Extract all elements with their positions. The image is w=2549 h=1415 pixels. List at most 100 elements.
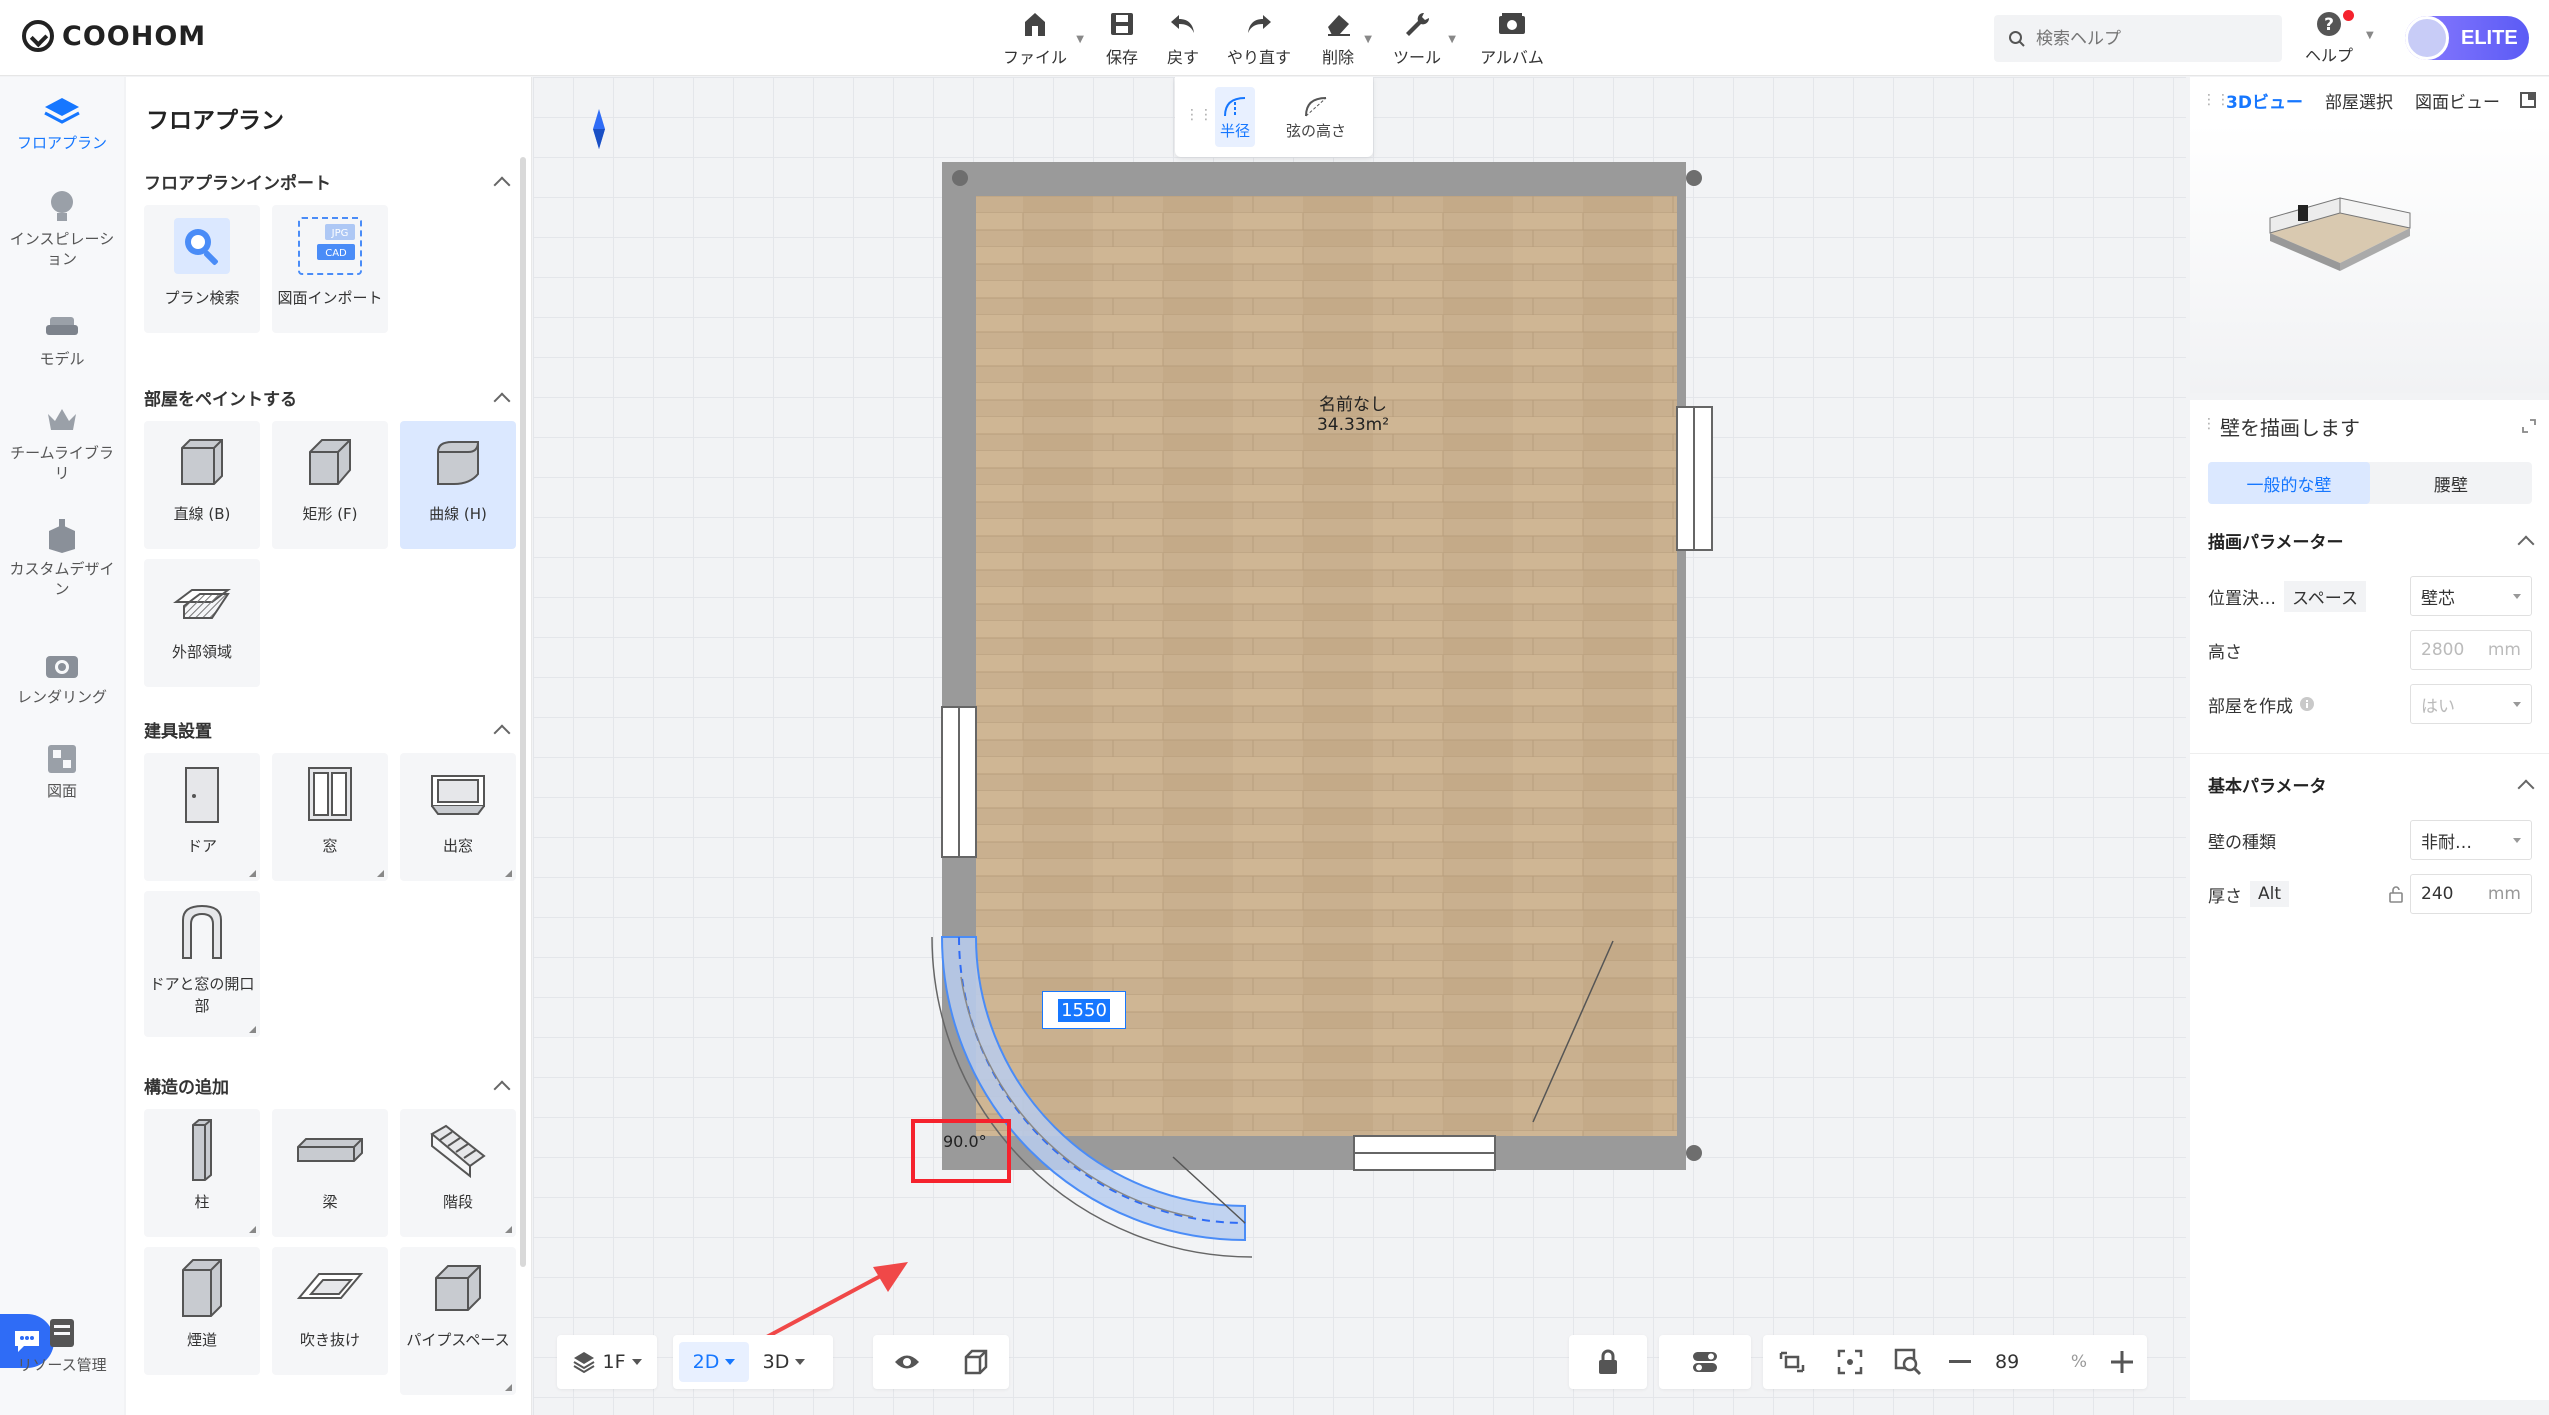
3d-mode-button[interactable]: 3D — [749, 1335, 819, 1389]
dimension-input[interactable]: 1550 — [1042, 991, 1126, 1029]
search-input[interactable] — [2036, 28, 2256, 49]
wall-kind-select[interactable]: 非耐… — [2410, 820, 2532, 860]
floor-label: 1F — [602, 1351, 626, 1373]
delete-button[interactable]: 削除 ▼ — [1318, 8, 1372, 68]
zoom-out-button[interactable] — [1937, 1335, 1983, 1389]
stairs-tile[interactable]: 階段 — [400, 1109, 516, 1237]
room-area: 34.33m² — [1316, 415, 1390, 435]
chevron-down-icon — [631, 1359, 642, 1365]
drawing-import-tile[interactable]: JPG CAD 図面インポート — [272, 205, 388, 333]
plan-search-tile[interactable]: プラン検索 — [144, 205, 260, 333]
toggle-icon — [1693, 1352, 1717, 1372]
panel-scrollbar[interactable] — [520, 157, 526, 1267]
wall-corner-node[interactable] — [952, 170, 968, 186]
tab-3d-view[interactable]: 3Dビュー — [2226, 88, 2303, 113]
help-search[interactable] — [1994, 15, 2282, 62]
general-wall-tab[interactable]: 一般的な壁 — [2208, 462, 2370, 504]
nav-inspiration[interactable]: インスピレーション — [0, 189, 124, 269]
rectangle-room-tile[interactable]: 矩形 (F) — [272, 421, 388, 549]
wall-corner-node[interactable] — [1686, 170, 1702, 186]
undo-button[interactable]: 戻す — [1163, 8, 1203, 68]
section-title: フロアプランインポート — [144, 174, 331, 194]
position-row: 位置決… スペース 壁芯 — [2208, 576, 2532, 616]
drag-handle-icon[interactable]: ⋮⋮ — [2202, 92, 2230, 108]
save-button[interactable]: 保存 — [1102, 8, 1142, 68]
file-menu-button[interactable]: ファイル ▼ — [1000, 8, 1084, 68]
user-avatar-badge[interactable]: ELITE — [2405, 16, 2529, 60]
void-tile[interactable]: 吹き抜け — [272, 1247, 388, 1375]
delete-label: 削除 — [1321, 48, 1354, 67]
nav-team-library[interactable]: チームライブラリ — [0, 403, 124, 483]
create-room-select[interactable]: はい — [2410, 684, 2532, 724]
toggle-settings-button[interactable] — [1659, 1335, 1751, 1389]
window-tile[interactable]: 窓 — [272, 753, 388, 881]
room-label[interactable]: 名前なし 34.33m² — [1253, 395, 1453, 435]
lock-button[interactable] — [1569, 1335, 1647, 1389]
nav-label: モデル — [39, 350, 85, 368]
lock-icon — [1599, 1349, 1617, 1374]
column-tile[interactable]: 柱 — [144, 1109, 260, 1237]
nav-drawing[interactable]: 図面 — [0, 741, 124, 801]
door-tile[interactable]: ドア — [144, 753, 260, 881]
3d-preview[interactable] — [2190, 123, 2549, 393]
low-wall-tab[interactable]: 腰壁 — [2370, 462, 2532, 504]
cabinet-icon — [42, 519, 82, 555]
drawing-params-header[interactable]: 描画パラメーター — [2208, 528, 2535, 553]
nav-model[interactable]: モデル — [0, 309, 124, 369]
tools-menu-button[interactable]: ツール ▼ — [1392, 8, 1456, 68]
section-structure-header[interactable]: 構造の追加 — [144, 1073, 514, 1098]
flue-tile[interactable]: 煙道 — [144, 1247, 260, 1375]
visibility-button[interactable] — [873, 1335, 941, 1389]
floor-dropdown[interactable]: 1F — [557, 1335, 657, 1389]
bay-window-tile[interactable]: 出窓 — [400, 753, 516, 881]
tile-label: 吹き抜け — [299, 1331, 360, 1349]
logo[interactable]: COOHOM — [22, 20, 206, 52]
basic-params-header[interactable]: 基本パラメータ — [2208, 772, 2535, 797]
straight-wall-tile[interactable]: 直線 (B) — [144, 421, 260, 549]
beam-tile[interactable]: 梁 — [272, 1109, 388, 1237]
pipe-space-tile[interactable]: パイプスペース — [400, 1247, 516, 1395]
tile-label: ドアと窓の開口部 — [149, 975, 255, 1015]
position-select[interactable]: 壁芯 — [2410, 576, 2532, 616]
zoom-region-button[interactable] — [1879, 1335, 1937, 1389]
thickness-input[interactable]: 240 mm — [2410, 874, 2532, 914]
wall-corner-node[interactable] — [1686, 1145, 1702, 1161]
section-import-header[interactable]: フロアプランインポート — [144, 169, 514, 194]
view-reset-button[interactable] — [1763, 1335, 1821, 1389]
nav-custom-design[interactable]: カスタムデザイン — [0, 519, 124, 599]
tab-plan-view[interactable]: 図面ビュー — [2415, 88, 2500, 113]
zoom-value: 89 — [1995, 1351, 2020, 1373]
unlock-icon[interactable] — [2388, 885, 2404, 903]
zoom-in-button[interactable] — [2099, 1335, 2145, 1389]
help-button[interactable]: ? ヘルプ — [2305, 10, 2354, 66]
angle-highlight — [911, 1119, 1011, 1183]
fit-view-button[interactable] — [1821, 1335, 1879, 1389]
floorplan-canvas[interactable]: ⋮⋮ 半径 弦の高さ 名前なし 34.33m² 1550 90.0° 1F 2D… — [533, 77, 2186, 1415]
height-input[interactable]: 2800 mm — [2410, 630, 2532, 670]
section-fixtures-header[interactable]: 建具設置 — [144, 717, 514, 742]
2d-mode-button[interactable]: 2D — [679, 1342, 749, 1382]
section-paint-header[interactable]: 部屋をペイントする — [144, 385, 514, 410]
info-icon[interactable] — [2299, 696, 2315, 712]
expand-icon[interactable] — [2521, 418, 2537, 434]
nav-floorplan[interactable]: フロアプラン — [0, 93, 124, 153]
nav-resources[interactable]: リソース管理 — [0, 1315, 124, 1375]
tile-label: 曲線 (H) — [429, 505, 487, 523]
tile-label: 外部領域 — [171, 643, 232, 661]
exterior-area-tile[interactable]: 外部領域 — [144, 559, 260, 687]
floor-selector[interactable]: 1F — [557, 1335, 657, 1389]
opening-tile[interactable]: ドアと窓の開口部 — [144, 891, 260, 1037]
redo-icon — [1245, 8, 1273, 40]
section-title: 建具設置 — [144, 722, 212, 742]
curve-wall-tile[interactable]: 曲線 (H) — [400, 421, 516, 549]
popout-icon[interactable] — [2519, 91, 2537, 109]
zoom-level-field[interactable]: 89 % — [1983, 1335, 2099, 1389]
tab-room-select[interactable]: 部屋選択 — [2325, 88, 2393, 113]
tile-label: 出窓 — [442, 837, 473, 855]
nav-rendering[interactable]: レンダリング — [0, 647, 124, 707]
space-tag[interactable]: スペース — [2284, 580, 2366, 612]
album-button[interactable]: アルバム — [1477, 8, 1547, 68]
box-view-button[interactable] — [941, 1335, 1009, 1389]
crown-icon — [42, 403, 82, 439]
redo-button[interactable]: やり直す — [1224, 8, 1294, 68]
